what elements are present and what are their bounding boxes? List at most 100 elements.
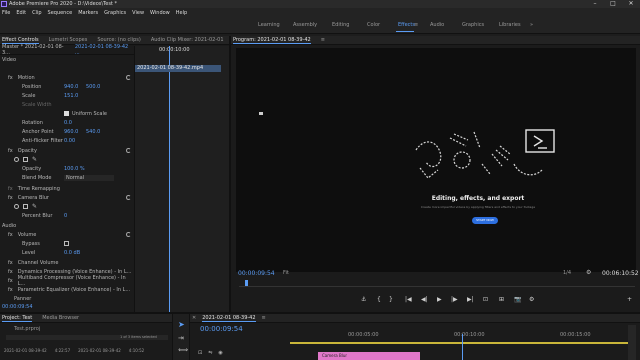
workspace-menu-icon[interactable]: ≡ (414, 22, 418, 28)
add-marker-button[interactable]: ⚓ (361, 296, 366, 303)
zoom-select[interactable]: Fit (283, 270, 305, 276)
rectangle-mask-icon[interactable] (23, 204, 28, 209)
channel-volume-row[interactable]: fx Channel Volume (0, 258, 134, 267)
reset-icon[interactable] (126, 195, 131, 200)
tab-sequence[interactable]: 2021-02-01 08-39-42 (202, 315, 256, 322)
ellipse-mask-icon[interactable] (14, 157, 19, 162)
timeline-menu-icon[interactable]: ≡ (262, 315, 266, 321)
menu-file[interactable]: File (2, 10, 10, 16)
reset-icon[interactable] (126, 75, 131, 80)
ellipse-mask-icon[interactable] (14, 204, 19, 209)
mark-out-button[interactable]: } (389, 296, 393, 303)
track-output-icon[interactable]: ◉ (218, 350, 222, 356)
timeline-ruler[interactable]: 00:00:05:00 00:00:10:00 00:00:15:00 (290, 332, 636, 340)
menu-window[interactable]: Window (150, 10, 170, 16)
step-forward-button[interactable]: |▶ (451, 296, 458, 303)
timeline-close-icon[interactable]: ✕ (192, 315, 196, 321)
reset-icon[interactable] (126, 232, 131, 237)
program-playhead[interactable] (245, 280, 248, 286)
workspace-editing[interactable]: Editing (332, 22, 349, 28)
export-frame-button[interactable]: 📷 (514, 296, 521, 303)
volume-effect-row[interactable]: fx Volume (0, 230, 134, 239)
step-back-button[interactable]: ◀| (421, 296, 428, 303)
workspace-assembly[interactable]: Assembly (293, 22, 317, 28)
motion-effect-row[interactable]: fx Motion (0, 73, 134, 82)
parametric-row[interactable]: fx Parametric Equalizer (Voice Enhance) -… (0, 285, 134, 294)
percent-blur-value[interactable]: 0 (64, 213, 67, 219)
opacity-value[interactable]: 100.0 % (64, 166, 85, 172)
program-ruler[interactable] (239, 280, 635, 287)
quality-select[interactable]: 1/4 (563, 270, 571, 276)
workspace-more-icon[interactable]: » (530, 22, 533, 28)
opacity-effect-row[interactable]: fx Opacity (0, 146, 134, 155)
ec-clip-bar[interactable]: 2021-02-01 08-39-42.mp4 (135, 65, 221, 72)
ripple-edit-tool-icon[interactable]: ⟺ (178, 346, 188, 354)
settings-button[interactable]: ⚙ (529, 296, 534, 303)
workspace-audio[interactable]: Audio (430, 22, 444, 28)
ec-playhead[interactable] (169, 46, 170, 312)
timeline-timecode[interactable]: 00:00:09:54 (200, 325, 243, 333)
menu-sequence[interactable]: Sequence (48, 10, 73, 16)
menu-markers[interactable]: Markers (78, 10, 98, 16)
scale-value[interactable]: 151.0 (64, 93, 78, 99)
play-button[interactable]: ▶ (437, 296, 442, 303)
tab-program[interactable]: Program: 2021-02-01 08-39-42 (233, 37, 311, 44)
wrench-icon[interactable]: ⚙ (586, 269, 591, 276)
menu-clip[interactable]: Clip (32, 10, 41, 16)
close-button[interactable]: ✕ (622, 0, 640, 8)
antiflicker-value[interactable]: 0.00 (64, 138, 75, 144)
menu-edit[interactable]: Edit (16, 10, 26, 16)
blend-mode-select[interactable]: Normal (64, 174, 114, 181)
uniform-scale-checkbox[interactable] (64, 111, 69, 116)
workspace-learning[interactable]: Learning (258, 22, 280, 28)
pen-mask-icon[interactable]: ✎ (32, 156, 37, 163)
tab-lumetri-scopes[interactable]: Lumetri Scopes (49, 37, 88, 43)
menu-view[interactable]: View (132, 10, 144, 16)
tab-source[interactable]: Source: (no clips) (97, 37, 140, 43)
selection-tool-icon[interactable]: ➤ (178, 320, 185, 329)
maximize-button[interactable]: □ (604, 0, 622, 8)
track-target-icon[interactable]: ⊡ (198, 350, 202, 356)
workspace-color[interactable]: Color (367, 22, 380, 28)
ec-timecode[interactable]: 00:00:09:54 (0, 302, 134, 311)
go-to-out-button[interactable]: ▶| (467, 296, 474, 303)
anchor-y-value[interactable]: 540.0 (86, 129, 100, 135)
mark-in-button[interactable]: { (377, 296, 381, 303)
tab-media-browser[interactable]: Media Browser (42, 315, 79, 321)
timeline-scrollbar[interactable] (628, 325, 636, 360)
workspace-libraries[interactable]: Libraries (499, 22, 521, 28)
video-viewer[interactable]: Editing, effects, and export Create more… (236, 48, 636, 272)
go-to-in-button[interactable]: |◀ (405, 296, 412, 303)
tab-effect-controls[interactable]: Effect Controls (2, 37, 39, 44)
reset-icon[interactable] (126, 148, 131, 153)
rectangle-mask-icon[interactable] (23, 157, 28, 162)
start-now-button[interactable]: START NOW (472, 217, 498, 224)
project-items-row[interactable]: 2021-02-01 08-39-42 4:22:57 2021-02-01 08-… (4, 348, 168, 353)
bypass-checkbox[interactable] (64, 241, 69, 246)
position-x-value[interactable]: 940.0 (64, 84, 86, 90)
workspace-graphics[interactable]: Graphics (462, 22, 484, 28)
multiband-row[interactable]: fx Multiband Compressor (Voice Enhance) -… (0, 275, 134, 287)
pen-mask-icon[interactable]: ✎ (32, 203, 37, 210)
program-menu-icon[interactable]: ≡ (321, 37, 325, 43)
menu-graphics[interactable]: Graphics (104, 10, 126, 16)
timeline-playhead[interactable] (462, 334, 463, 360)
position-y-value[interactable]: 500.0 (86, 84, 100, 90)
anchor-x-value[interactable]: 960.0 (64, 129, 86, 135)
level-value[interactable]: 0.0 dB (64, 250, 80, 256)
workspace-effects[interactable]: Effects (398, 22, 415, 28)
program-timecode[interactable]: 00:00:09:54 (238, 270, 275, 277)
extract-button[interactable]: ⊞ (499, 296, 504, 303)
tab-project[interactable]: Project: Test (2, 315, 33, 322)
menu-help[interactable]: Help (176, 10, 187, 16)
timeline-clip[interactable]: Camera Blur (318, 352, 420, 360)
button-editor-button[interactable]: + (627, 296, 632, 303)
minimize-button[interactable]: – (586, 0, 604, 8)
tab-audio-clip-mixer[interactable]: Audio Clip Mixer: 2021-02-01 (151, 37, 224, 43)
track-sync-lock-icon[interactable]: ⇋ (208, 350, 212, 356)
lift-button[interactable]: ⊡ (483, 296, 488, 303)
track-select-tool-icon[interactable]: ⇥ (178, 334, 184, 342)
work-area-bar[interactable] (290, 342, 636, 344)
rotation-value[interactable]: 0.0 (64, 120, 72, 126)
camera-blur-row[interactable]: fx Camera Blur (0, 193, 134, 202)
